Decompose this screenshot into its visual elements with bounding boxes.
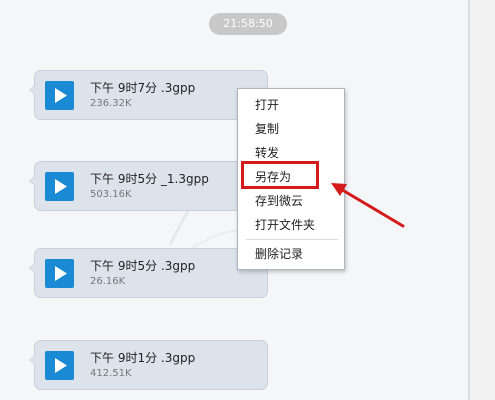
play-icon[interactable]	[45, 351, 74, 380]
menu-item-forward[interactable]: 转发	[255, 144, 279, 161]
menu-item-open-folder[interactable]: 打开文件夹	[255, 216, 315, 233]
annotation-highlight-box	[241, 161, 319, 189]
menu-item-copy[interactable]: 复制	[255, 120, 279, 137]
file-name: 下午 9时5分 _1.3gpp	[90, 172, 209, 186]
file-name: 下午 9时5分 .3gpp	[90, 259, 196, 273]
menu-item-save-to-cloud[interactable]: 存到微云	[255, 192, 303, 209]
voice-message[interactable]: 下午 9时5分 _1.3gpp 503.16K	[29, 161, 268, 211]
voice-message[interactable]: 下午 9时5分 .3gpp 26.16K	[29, 248, 268, 298]
play-icon[interactable]	[45, 172, 74, 201]
file-name: 下午 9时7分 .3gpp	[90, 81, 196, 95]
pane-divider	[468, 0, 470, 400]
voice-message[interactable]: 下午 9时7分 .3gpp 236.32K	[29, 70, 268, 120]
file-size: 26.16K	[90, 276, 126, 287]
voice-message[interactable]: 下午 9时1分 .3gpp 412.51K	[29, 340, 268, 390]
menu-item-open[interactable]: 打开	[255, 96, 279, 113]
menu-item-delete-record[interactable]: 删除记录	[255, 245, 303, 262]
red-arrow-icon	[331, 183, 405, 228]
play-icon[interactable]	[45, 81, 74, 110]
file-name: 下午 9时1分 .3gpp	[90, 351, 196, 365]
timestamp-badge: 21:58:50	[209, 13, 287, 35]
file-size: 412.51K	[90, 368, 132, 379]
file-size: 503.16K	[90, 189, 132, 200]
file-size: 236.32K	[90, 98, 132, 109]
play-icon[interactable]	[45, 259, 74, 288]
